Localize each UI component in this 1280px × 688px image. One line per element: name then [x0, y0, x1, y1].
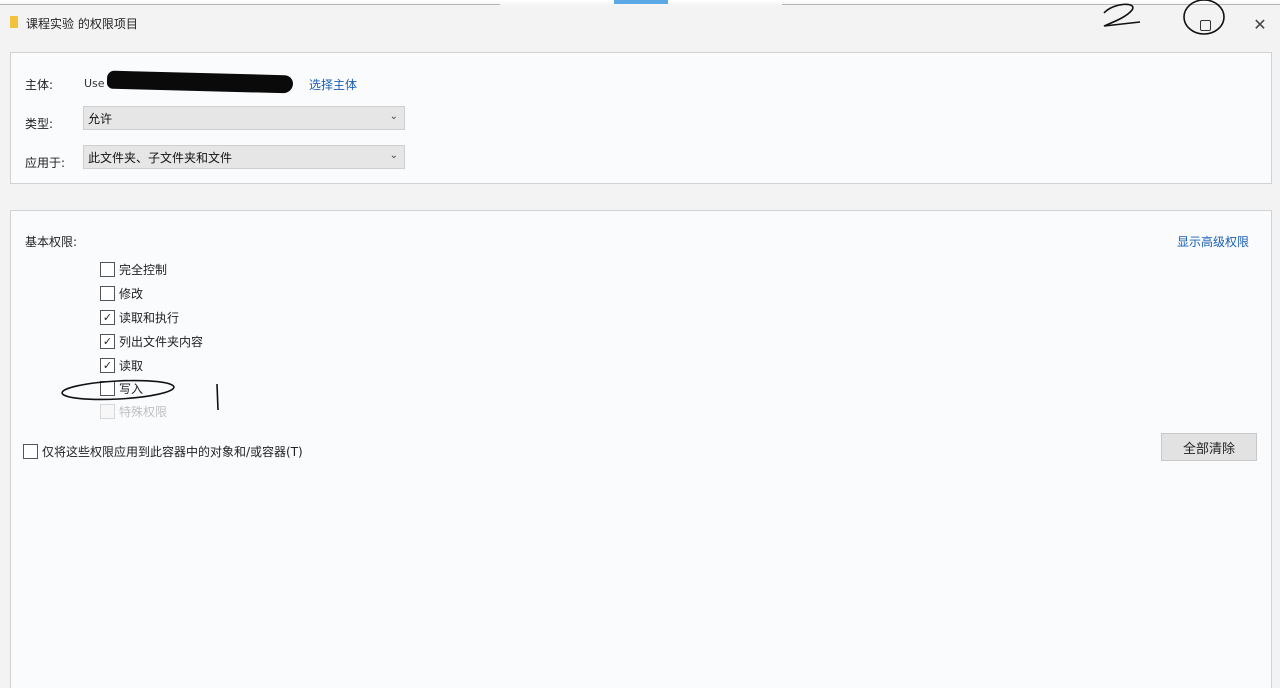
applies-to-label: 应用于: — [25, 156, 66, 170]
accent-bar — [614, 0, 668, 4]
permission-modify[interactable]: 修改 — [100, 285, 143, 302]
maximize-button[interactable] — [1192, 14, 1218, 36]
permission-label: 特殊权限 — [119, 405, 168, 419]
title-bar: 课程实验 的权限项目 ✕ — [0, 6, 1280, 40]
type-label: 类型: — [25, 117, 54, 131]
permissions-panel: 基本权限: 显示高级权限 完全控制 修改 ✓ 读取和执行 ✓ 列出文件夹内容 ✓… — [10, 210, 1272, 688]
maximize-icon — [1199, 19, 1211, 31]
principal-panel: 主体: Use 选择主体 类型: 允许 ⌄ 应用于: 此文件夹、子文件夹和文件 … — [10, 52, 1272, 184]
permission-label: 写入 — [119, 382, 144, 396]
permission-full-control[interactable]: 完全控制 — [100, 261, 167, 278]
permission-read[interactable]: ✓ 读取 — [100, 357, 143, 374]
checkbox[interactable] — [100, 262, 115, 277]
checkmark-icon: ✓ — [102, 335, 113, 348]
close-icon: ✕ — [1253, 14, 1267, 34]
type-selected-value: 允许 — [88, 111, 113, 126]
checkbox[interactable]: ✓ — [100, 334, 115, 349]
permission-label: 读取和执行 — [119, 311, 180, 325]
permission-special: 特殊权限 — [100, 403, 167, 420]
apply-only-to-container[interactable]: 仅将这些权限应用到此容器中的对象和/或容器(T) — [23, 443, 303, 460]
checkmark-icon: ✓ — [102, 311, 113, 324]
permission-entry-window: 课程实验 的权限项目 ✕ 主体: Use 选择主体 类型: 允许 ⌄ 应用于: … — [0, 0, 1280, 688]
apply-only-label: 仅将这些权限应用到此容器中的对象和/或容器(T) — [42, 445, 303, 459]
applies-to-dropdown[interactable]: 此文件夹、子文件夹和文件 ⌄ — [83, 145, 405, 169]
permission-write[interactable]: 写入 — [100, 380, 143, 397]
basic-permissions-heading: 基本权限: — [25, 235, 78, 249]
clear-all-button[interactable]: 全部清除 — [1161, 433, 1257, 461]
checkbox — [100, 404, 115, 419]
permission-list-folder[interactable]: ✓ 列出文件夹内容 — [100, 333, 203, 350]
folder-icon — [10, 16, 18, 28]
checkbox[interactable]: ✓ — [100, 358, 115, 373]
subject-value: Use — [84, 77, 105, 90]
checkbox[interactable] — [100, 381, 115, 396]
permission-label: 读取 — [119, 359, 144, 373]
applies-to-selected-value: 此文件夹、子文件夹和文件 — [88, 150, 233, 165]
window-title: 课程实验 的权限项目 — [26, 17, 138, 31]
type-dropdown[interactable]: 允许 ⌄ — [83, 106, 405, 130]
redaction-mark — [106, 70, 294, 94]
divider — [782, 4, 1280, 5]
chevron-down-icon: ⌄ — [389, 111, 398, 122]
permission-label: 完全控制 — [119, 263, 168, 277]
checkbox[interactable] — [23, 444, 38, 459]
permission-label: 列出文件夹内容 — [119, 335, 204, 349]
chevron-down-icon: ⌄ — [389, 150, 398, 161]
checkbox[interactable]: ✓ — [100, 310, 115, 325]
checkbox[interactable] — [100, 286, 115, 301]
close-button[interactable]: ✕ — [1248, 12, 1272, 36]
checkmark-icon: ✓ — [102, 359, 113, 372]
select-principal-link[interactable]: 选择主体 — [309, 76, 357, 93]
permission-label: 修改 — [119, 287, 144, 301]
permission-read-execute[interactable]: ✓ 读取和执行 — [100, 309, 179, 326]
divider — [0, 4, 500, 5]
subject-label: 主体: — [25, 78, 54, 92]
show-advanced-permissions-link[interactable]: 显示高级权限 — [1177, 233, 1249, 250]
